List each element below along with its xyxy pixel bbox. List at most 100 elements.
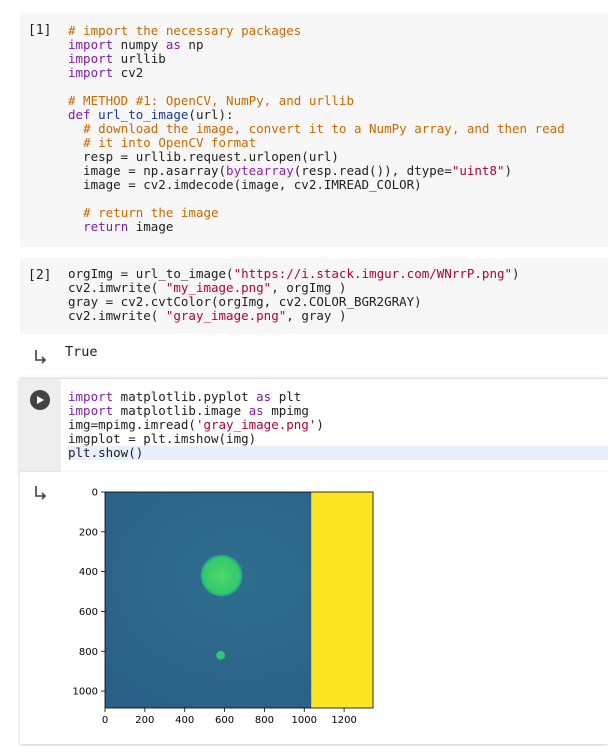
code-editor[interactable]: # import the necessary packages import nu… — [68, 24, 565, 234]
code-editor[interactable]: import matplotlib.pyplot as plt import ma… — [68, 390, 608, 460]
code-line: # return the image — [68, 206, 565, 220]
code-token: image — [128, 219, 174, 234]
code-token: np — [180, 37, 204, 52]
code-line: import urllib — [68, 52, 565, 66]
x-tick-label: 1000 — [292, 715, 317, 726]
code-token: as — [256, 389, 272, 404]
code-token: ) — [504, 163, 513, 178]
code-token: cv2.imwrite( — [68, 280, 166, 295]
code-line: cv2.imwrite( "gray_image.png", gray ) — [68, 309, 520, 323]
code-line: ​ — [68, 80, 565, 94]
code-line: image = cv2.imdecode(image, cv2.IMREAD_C… — [68, 178, 565, 192]
code-token: # download the image, convert it to a Nu… — [83, 121, 565, 136]
code-token: import — [68, 37, 114, 52]
code-token: import — [68, 389, 114, 404]
code-line: img=mpimg.imread('gray_image.png') — [68, 418, 608, 432]
cell-gutter — [20, 379, 61, 473]
code-line: orgImg = url_to_image("https://i.stack.i… — [68, 267, 520, 281]
code-cell-3[interactable]: import matplotlib.pyplot as plt import ma… — [20, 378, 608, 473]
cell-prompt: [2] — [28, 268, 52, 283]
code-token: "my_image.png" — [165, 280, 272, 295]
code-cell-2[interactable]: [2] orgImg = url_to_image("https://i.sta… — [20, 258, 608, 334]
y-tick-label: 800 — [79, 647, 98, 658]
run-cell-button[interactable] — [30, 390, 50, 410]
x-tick-label: 800 — [255, 715, 274, 726]
code-token: # return the image — [83, 205, 219, 220]
y-tick-label: 600 — [79, 607, 98, 618]
code-token: plt.show() — [68, 445, 144, 460]
code-token: orgImg = url_to_image( — [68, 266, 234, 281]
code-cell-1[interactable]: [1] # import the necessary packages impor… — [20, 13, 608, 247]
imshow-plot: 0 200 400 600 800 1000 1200 0 200 400 600 800 1000 — [73, 488, 374, 726]
code-token: bytearray — [226, 163, 294, 178]
y-tick-label: 1000 — [73, 687, 98, 698]
code-token: imgplot = plt.imshow(img) — [68, 431, 257, 446]
x-tick-label: 400 — [175, 715, 194, 726]
code-token: , orgImg ) — [271, 280, 347, 295]
code-token: , gray ) — [286, 308, 347, 323]
image-blob — [200, 554, 243, 597]
output-arrow-icon — [35, 350, 47, 364]
cell-3-output: 0 200 400 600 800 1000 1200 0 200 400 600 800 1000 — [20, 472, 608, 744]
code-token: return — [83, 219, 129, 234]
code-line: import numpy as np — [68, 38, 565, 52]
image-blob — [216, 650, 225, 660]
code-token: url_to_image — [98, 107, 189, 122]
code-token: numpy — [113, 37, 166, 52]
cell-prompt: [1] — [28, 23, 52, 38]
code-token: urllib — [113, 51, 166, 66]
code-line: def url_to_image(url): — [68, 108, 565, 122]
code-token: mpimg — [263, 403, 309, 418]
code-token: matplotlib.pyplot — [113, 389, 257, 404]
code-line: cv2.imwrite( "my_image.png", orgImg ) — [68, 281, 520, 295]
code-line: gray = cv2.cvtColor(orgImg, cv2.COLOR_BG… — [68, 295, 520, 309]
yellow-region — [311, 492, 373, 708]
code-token: image = cv2.imdecode(image, cv2.IMREAD_C… — [68, 177, 422, 192]
code-line: # METHOD #1: OpenCV, NumPy, and urllib — [68, 94, 565, 108]
code-line: # it into OpenCV format — [68, 136, 565, 150]
code-line: import matplotlib.pyplot as plt — [68, 390, 608, 404]
code-token: image = np.asarray( — [68, 163, 227, 178]
y-tick-label: 200 — [79, 527, 98, 538]
code-token: cv2 — [113, 65, 144, 80]
code-token: gray = cv2.cvtColor(orgImg, cv2.COLOR_BG… — [68, 294, 422, 309]
code-token: # import the necessary packages — [68, 23, 302, 38]
code-token: (url): — [188, 107, 234, 122]
code-line: import matplotlib.image as mpimg — [68, 404, 608, 418]
code-token: (resp.read()), dtype= — [293, 163, 452, 178]
code-line: # download the image, convert it to a Nu… — [68, 122, 565, 136]
code-token: ) — [316, 417, 324, 432]
code-token: plt — [271, 389, 302, 404]
x-tick-label: 1200 — [331, 715, 356, 726]
code-line: imgplot = plt.imshow(img) — [68, 432, 608, 446]
code-token: "uint8" — [451, 163, 505, 178]
code-token: "gray_image.png" — [165, 308, 287, 323]
code-token: # it into OpenCV format — [83, 135, 257, 150]
y-tick-label: 0 — [92, 488, 98, 499]
code-line: resp = urllib.request.urlopen(url) — [68, 150, 565, 164]
code-token: matplotlib.image — [113, 403, 249, 418]
code-token: import — [68, 65, 114, 80]
code-token: import — [68, 51, 114, 66]
code-token: "https://i.stack.imgur.com/WNrrP.png" — [233, 266, 513, 281]
code-line: # import the necessary packages — [68, 24, 565, 38]
code-token: ) — [512, 266, 520, 281]
code-token: resp = urllib.request.urlopen(url) — [68, 149, 339, 164]
code-token: as — [248, 403, 264, 418]
code-token: def — [68, 107, 91, 122]
cell-2-output: True — [20, 338, 608, 368]
play-icon — [37, 396, 44, 404]
code-line: import cv2 — [68, 66, 565, 80]
code-token: # METHOD #1: OpenCV, NumPy, and urllib — [68, 93, 354, 108]
code-line: ​ — [68, 192, 565, 206]
y-tick-label: 400 — [79, 567, 98, 578]
x-tick-label: 0 — [102, 715, 108, 726]
x-tick-label: 200 — [135, 715, 154, 726]
code-editor[interactable]: orgImg = url_to_image("https://i.stack.i… — [68, 267, 520, 323]
code-line: return image — [68, 220, 565, 234]
